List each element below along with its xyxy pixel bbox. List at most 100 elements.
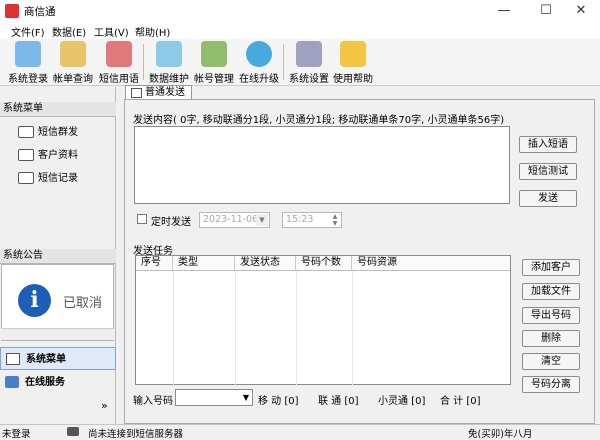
- sms-test-button[interactable]: 短信测试: [519, 163, 577, 180]
- account-button[interactable]: 帐号管理: [192, 41, 236, 85]
- add-customer-button[interactable]: 添加客户: [522, 259, 580, 276]
- chevron-down-icon[interactable]: »: [101, 399, 108, 412]
- login-icon: [15, 41, 41, 67]
- col-header-count[interactable]: 号码个数: [296, 256, 352, 271]
- load-file-button[interactable]: 加载文件: [522, 283, 580, 300]
- service-icon: [5, 376, 19, 388]
- time-picker[interactable]: 15:23 ▲ ▼: [282, 212, 342, 228]
- tree-item-label: 短信记录: [38, 173, 78, 184]
- delete-button[interactable]: 删除: [522, 330, 580, 347]
- task-table[interactable]: 序号 类型 发送状态 号码个数 号码资源: [135, 255, 511, 386]
- message-input[interactable]: [134, 126, 510, 204]
- toolbar-label: 数据维护: [149, 74, 189, 85]
- window-title: 商信通: [24, 6, 56, 18]
- count-total: 合 计 [0]: [440, 396, 481, 407]
- col-header-resource[interactable]: 号码资源: [352, 256, 510, 271]
- dropdown-arrow-icon[interactable]: ▼: [240, 390, 252, 405]
- toolbar-separator: [283, 44, 284, 80]
- date-value: 2023-11-06: [203, 214, 259, 225]
- col-header-index[interactable]: 序号: [136, 256, 173, 271]
- send-button[interactable]: 发送: [519, 190, 577, 207]
- tab-normal-send[interactable]: 普通发送: [125, 85, 192, 100]
- envelope-icon: [131, 88, 142, 98]
- data-maintain-button[interactable]: 数据维护: [147, 41, 191, 85]
- version-status: 免(买卯)年八月: [468, 429, 533, 440]
- account-icon: [201, 41, 227, 67]
- bill-query-button[interactable]: 帐单查询: [51, 41, 95, 85]
- insert-phrase-button[interactable]: 插入短语: [519, 136, 577, 153]
- maximize-button[interactable]: ☐: [527, 0, 565, 22]
- menu-help[interactable]: 帮助(H): [135, 24, 170, 39]
- app-icon: [5, 4, 19, 18]
- column-divider: [235, 271, 236, 386]
- time-value: 15:23: [286, 214, 314, 225]
- menu-data[interactable]: 数据(E): [52, 24, 86, 39]
- minimize-button[interactable]: —: [485, 0, 523, 22]
- count-unicom: 联 通 [0]: [318, 396, 359, 407]
- status-bar: 未登录 尚未连接到短信服务器 免(买卯)年八月: [0, 424, 600, 440]
- settings-button[interactable]: 系统设置: [287, 41, 331, 85]
- toolbar-label: 系统登录: [8, 74, 48, 85]
- timed-send-checkbox[interactable]: [137, 214, 147, 224]
- col-header-type[interactable]: 类型: [173, 256, 235, 271]
- info-icon: i: [18, 284, 51, 317]
- count-phs: 小灵通 [0]: [378, 396, 426, 407]
- column-divider: [296, 271, 297, 386]
- nav-system-menu[interactable]: 系统菜单: [0, 347, 116, 370]
- system-menu-header: 系统菜单: [0, 102, 116, 117]
- tree-item-sms-broadcast[interactable]: 短信群发: [18, 123, 78, 139]
- menu-bar: 文件(F) 数据(E) 工具(V) 帮助(H): [0, 22, 600, 39]
- nav-label: 在线服务: [25, 377, 65, 388]
- column-divider: [173, 271, 174, 386]
- toolbar-label: 系统设置: [289, 74, 329, 85]
- toolbar-label: 短信用语: [99, 74, 139, 85]
- system-notice-header: 系统公告: [0, 249, 116, 264]
- clear-button[interactable]: 清空: [522, 353, 580, 370]
- send-content-info: 发送内容( 0字, 移动联通分1段, 小灵通分1段; 移动联通单条70字, 小灵…: [133, 115, 505, 126]
- help-button[interactable]: 使用帮助: [331, 41, 375, 85]
- envelope-icon: [6, 353, 20, 365]
- phrase-icon: [106, 41, 132, 67]
- col-header-status[interactable]: 发送状态: [235, 256, 296, 271]
- timed-send-label: 定时发送: [151, 217, 191, 228]
- connection-icon: [67, 427, 79, 436]
- envelope-icon: [18, 172, 34, 184]
- phrase-button[interactable]: 短信用语: [97, 41, 141, 85]
- title-bar: 商信通 — ☐ ✕: [0, 0, 600, 22]
- tree-item-label: 短信群发: [38, 127, 78, 138]
- envelope-icon: [18, 126, 34, 138]
- upgrade-button[interactable]: 在线升级: [237, 41, 281, 85]
- login-status: 未登录: [2, 429, 31, 440]
- dropdown-arrow-icon[interactable]: ▼: [256, 214, 268, 226]
- tree-item-label: 客户资料: [38, 150, 78, 161]
- toolbar-label: 使用帮助: [333, 74, 373, 85]
- data-maintain-icon: [156, 41, 182, 67]
- nav-label: 系统菜单: [26, 354, 66, 365]
- toolbar-separator: [143, 44, 144, 80]
- toolbar: 系统登录 帐单查询 短信用语 数据维护 帐号管理 在线升级 系统设置 使用帮助: [0, 39, 600, 86]
- spin-up-icon[interactable]: ▲: [330, 213, 340, 220]
- bill-query-icon: [60, 41, 86, 67]
- spin-down-icon[interactable]: ▼: [330, 220, 340, 227]
- notice-scrollbar[interactable]: [1, 328, 114, 340]
- toolbar-label: 在线升级: [239, 74, 279, 85]
- nav-online-service[interactable]: 在线服务: [0, 371, 116, 394]
- upgrade-icon: [246, 41, 272, 67]
- login-button[interactable]: 系统登录: [6, 41, 50, 85]
- tree-item-customers[interactable]: 客户资料: [18, 146, 78, 162]
- export-numbers-button[interactable]: 导出号码: [522, 307, 580, 324]
- envelope-icon: [18, 149, 34, 161]
- menu-file[interactable]: 文件(F): [11, 24, 45, 39]
- settings-icon: [296, 41, 322, 67]
- close-button[interactable]: ✕: [562, 0, 600, 22]
- tree-item-sms-records[interactable]: 短信记录: [18, 169, 78, 185]
- help-icon: [340, 41, 366, 67]
- toolbar-label: 帐号管理: [194, 74, 234, 85]
- menu-tools[interactable]: 工具(V): [94, 24, 129, 39]
- count-mobile: 移 动 [0]: [258, 396, 299, 407]
- date-picker[interactable]: 2023-11-06 ▼: [199, 212, 270, 228]
- left-panel: 系统菜单 短信群发 客户资料 短信记录 系统公告 i 已取消 系统菜单 在线服务…: [0, 87, 116, 424]
- input-number-label: 输入号码: [133, 396, 173, 407]
- separate-numbers-button[interactable]: 号码分离: [522, 376, 580, 393]
- toolbar-label: 帐单查询: [53, 74, 93, 85]
